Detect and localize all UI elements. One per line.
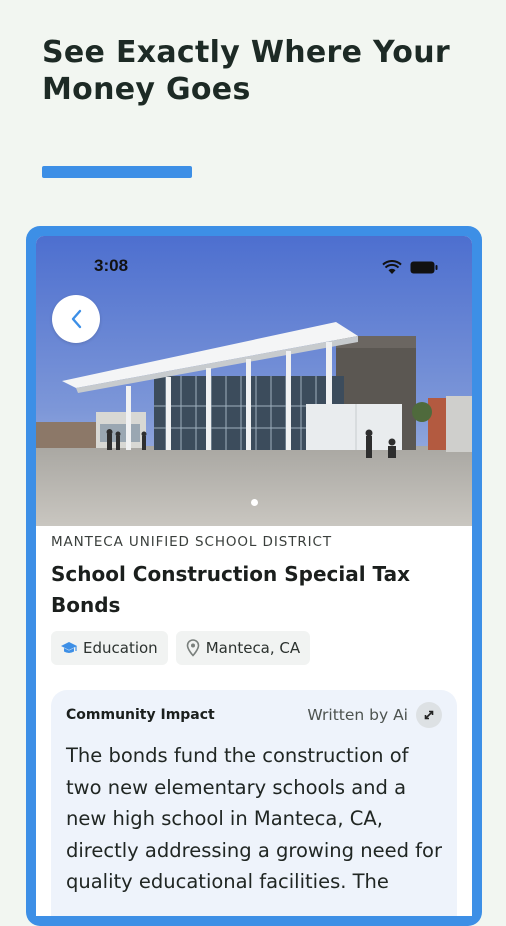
hero-image: 3:08 — [36, 236, 472, 526]
tag-label: Education — [83, 639, 158, 657]
status-time: 3:08 — [94, 256, 129, 275]
measure-details: MANTECA UNIFIED SCHOOL DISTRICT School C… — [51, 534, 457, 665]
impact-body: The bonds fund the construction of two n… — [66, 744, 442, 893]
accent-bar — [42, 166, 192, 178]
app-screen: 3:08 MANTECA UNIFIED SCHOOL DISTRICT Sch… — [36, 236, 472, 916]
battery-icon — [410, 261, 438, 274]
impact-title: Community Impact — [66, 707, 215, 723]
location-pin-icon — [186, 639, 199, 657]
back-button[interactable] — [52, 295, 100, 343]
wifi-icon — [382, 260, 402, 274]
carousel-indicator — [36, 499, 472, 506]
written-by-label: Written by Ai — [307, 706, 408, 724]
status-icons — [382, 260, 438, 275]
expand-arrows-icon — [424, 710, 434, 720]
tag-location[interactable]: Manteca, CA — [175, 631, 311, 665]
community-impact-card: Community Impact Written by Ai The bonds… — [51, 690, 457, 916]
school-building-photo — [36, 236, 472, 526]
tag-label: Manteca, CA — [205, 639, 301, 657]
promo-headline: See Exactly Where Your Money Goes — [42, 35, 450, 107]
tag-row: Education Manteca, CA — [51, 631, 457, 665]
expand-button[interactable] — [416, 702, 442, 728]
written-by-ai: Written by Ai — [307, 702, 442, 728]
district-name: MANTECA UNIFIED SCHOOL DISTRICT — [51, 534, 332, 550]
measure-title: School Construction Special Tax Bonds — [51, 562, 411, 617]
impact-header: Community Impact Written by Ai — [66, 702, 442, 728]
chevron-left-icon — [71, 309, 82, 329]
graduation-cap-icon — [61, 642, 77, 653]
tag-education[interactable]: Education — [51, 631, 168, 665]
carousel-dot-active[interactable] — [250, 499, 258, 506]
